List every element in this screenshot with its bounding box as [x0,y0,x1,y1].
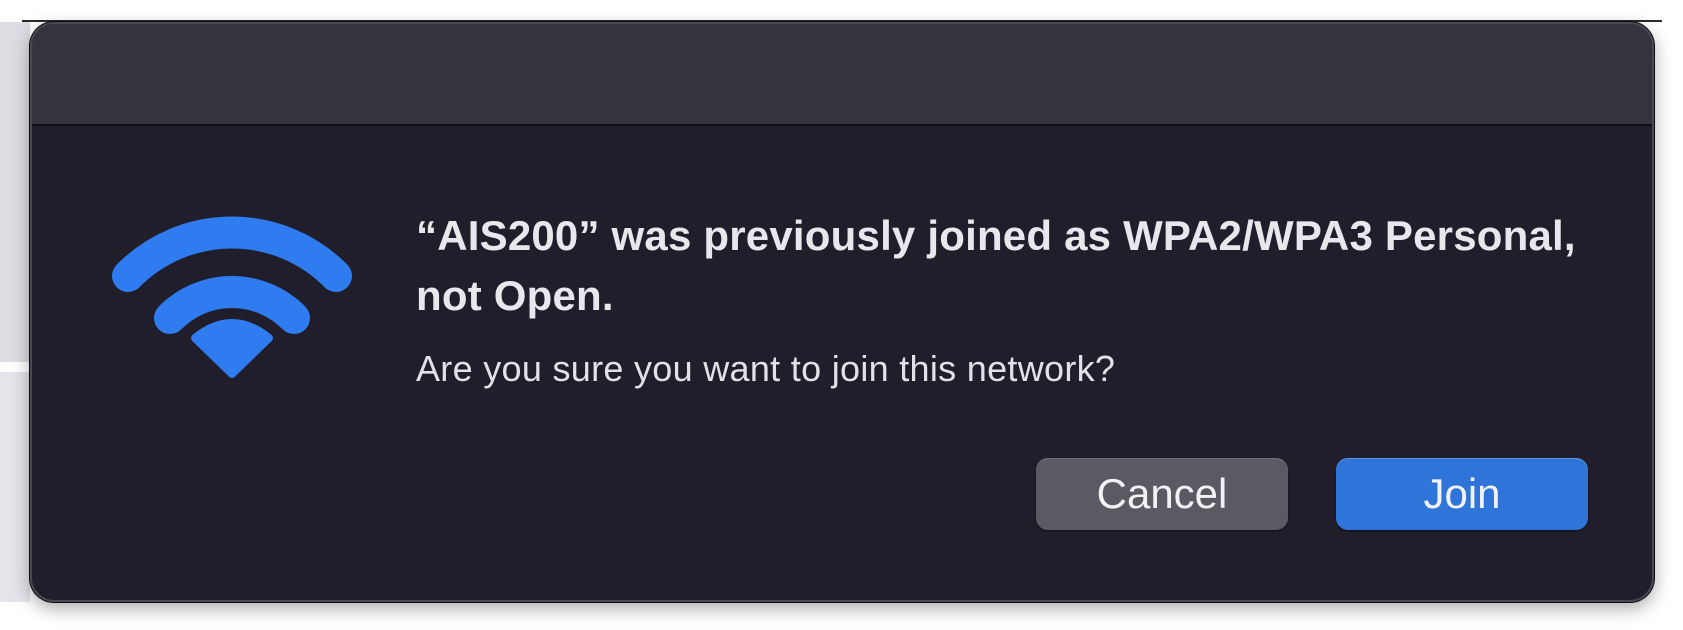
dialog-headline: “AIS200” was previously joined as WPA2/W… [416,212,1576,319]
join-button[interactable]: Join [1336,458,1588,530]
wifi-security-alert-dialog: “AIS200” was previously joined as WPA2/W… [30,22,1654,602]
dialog-question: Are you sure you want to join this netwo… [416,348,1116,389]
background-window-strip [0,372,30,602]
wifi-icon [112,202,352,382]
dialog-message: “AIS200” was previously joined as WPA2/W… [416,206,1616,392]
background-window-strip [0,22,30,362]
dialog-titlebar [32,24,1652,126]
cancel-button[interactable]: Cancel [1036,458,1288,530]
